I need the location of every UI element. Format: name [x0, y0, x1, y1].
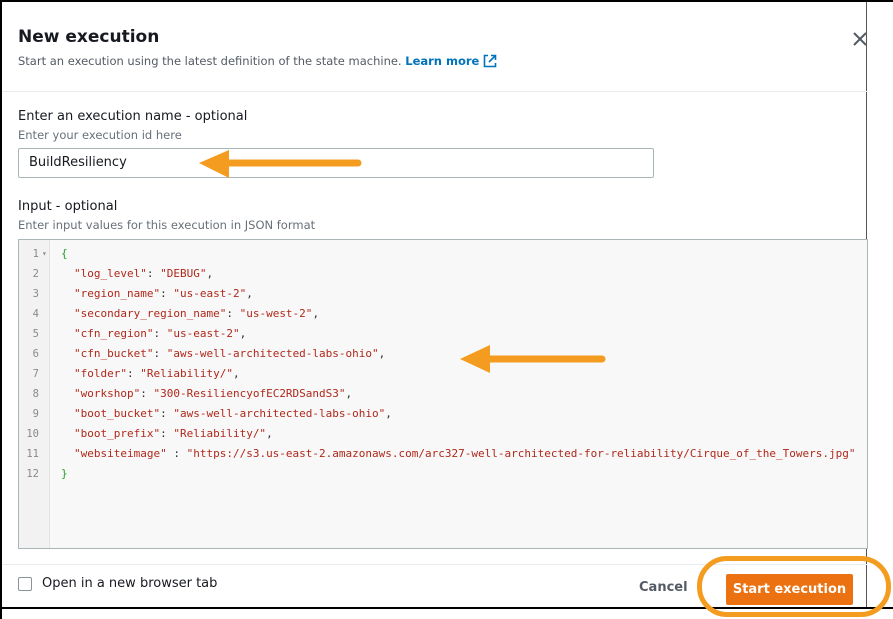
line-number: 4 — [32, 308, 39, 320]
close-icon[interactable] — [849, 28, 871, 50]
line-number: 7 — [32, 368, 39, 380]
line-number: 8 — [32, 388, 39, 400]
line-number: 1 — [32, 248, 39, 260]
modal-subtitle: Start an execution using the latest defi… — [18, 54, 497, 68]
json-key: "folder" — [74, 367, 127, 380]
json-key: "region_name" — [74, 287, 161, 300]
json-key: "cfn_region" — [74, 327, 154, 340]
line-number: 11 — [26, 448, 39, 460]
open-new-tab-checkbox[interactable] — [18, 577, 32, 591]
fold-caret-icon[interactable]: ▾ — [42, 244, 47, 264]
json-input-editor[interactable]: 1 ▾ {2 "log_level": "DEBUG", 3 "region_name":… — [18, 239, 868, 549]
screenshot-border-bottom — [0, 607, 893, 609]
json-value: "aws-well-architected-labs-ohio" — [173, 407, 386, 420]
code-content: { — [61, 244, 68, 264]
json-comma: , — [312, 307, 320, 320]
json-key: "secondary_region_name" — [74, 307, 227, 320]
json-comma: , — [206, 267, 214, 280]
modal-header: New execution Start an execution using t… — [2, 2, 867, 92]
code-content: "region_name": "us-east-2", — [74, 287, 253, 300]
code-content: "cfn_region": "us-east-2", — [74, 327, 247, 340]
json-value: "300-ResiliencyofEC2RDSandS3" — [153, 387, 346, 400]
json-comma: , — [266, 427, 273, 440]
json-value: "DEBUG" — [160, 267, 207, 280]
code-content: "websiteimage" : "https://s3.us-east-2.a… — [74, 447, 856, 460]
code-content: "boot_bucket": "aws-well-architected-lab… — [74, 407, 392, 420]
code-content: "secondary_region_name": "us-west-2", — [74, 307, 320, 320]
line-number: 12 — [26, 468, 39, 480]
execution-name-input[interactable]: BuildResiliency — [18, 148, 654, 178]
line-number: 3 — [32, 288, 39, 300]
json-brace: } — [61, 467, 68, 480]
line-number: 10 — [26, 428, 39, 440]
line-number: 2 — [32, 268, 39, 280]
json-comma: , — [232, 367, 240, 380]
code-content: } — [61, 464, 68, 484]
json-key: "boot_bucket" — [74, 407, 161, 420]
json-key: "log_level" — [74, 267, 147, 280]
json-key: "workshop" — [74, 387, 141, 400]
line-number: 5 — [32, 328, 39, 340]
start-execution-button[interactable]: Start execution — [726, 574, 853, 605]
code-content: "folder": "Reliability/", — [74, 367, 240, 380]
modal-subtitle-text: Start an execution using the latest defi… — [18, 54, 402, 68]
json-key: "websiteimage" — [74, 447, 174, 460]
json-comma: , — [246, 287, 253, 300]
json-comma: , — [385, 407, 392, 420]
json-value: "Reliability/" — [173, 427, 267, 440]
json-value: "https://s3.us-east-2.amazonaws.com/arc3… — [186, 447, 856, 460]
input-label: Input - optional — [18, 199, 118, 214]
modal-title: New execution — [18, 27, 160, 47]
learn-more-link[interactable]: Learn more — [405, 54, 497, 68]
json-comma: , — [239, 327, 247, 340]
line-number: 9 — [32, 408, 39, 420]
json-comma: , — [378, 347, 386, 360]
json-key: "cfn_bucket" — [74, 347, 154, 360]
code-content: "log_level": "DEBUG", — [74, 267, 214, 280]
cancel-button[interactable]: Cancel — [639, 580, 688, 595]
line-number: 6 — [32, 348, 39, 360]
json-value: "us-east-2" — [173, 287, 247, 300]
learn-more-label: Learn more — [405, 54, 480, 68]
new-execution-modal: New execution Start an execution using t… — [2, 2, 868, 607]
json-value: "us-west-2" — [239, 307, 313, 320]
execution-name-label: Enter an execution name - optional — [18, 109, 248, 124]
json-key: "boot_prefix" — [74, 427, 161, 440]
json-brace: { — [61, 247, 68, 260]
open-new-tab-label: Open in a new browser tab — [42, 576, 218, 591]
json-comma: , — [345, 387, 353, 400]
external-link-icon — [484, 54, 497, 68]
json-value: "us-east-2" — [166, 327, 240, 340]
json-value: "Reliability/" — [140, 367, 233, 380]
json-value: "aws-well-architected-labs-ohio" — [166, 347, 379, 360]
code-content: "boot_prefix": "Reliability/", — [74, 427, 273, 440]
input-description: Enter input values for this execution in… — [18, 218, 316, 232]
code-content: "workshop": "300-ResiliencyofEC2RDSandS3… — [74, 387, 353, 400]
code-content: "cfn_bucket": "aws-well-architected-labs… — [74, 347, 386, 360]
execution-name-description: Enter your execution id here — [18, 128, 182, 142]
